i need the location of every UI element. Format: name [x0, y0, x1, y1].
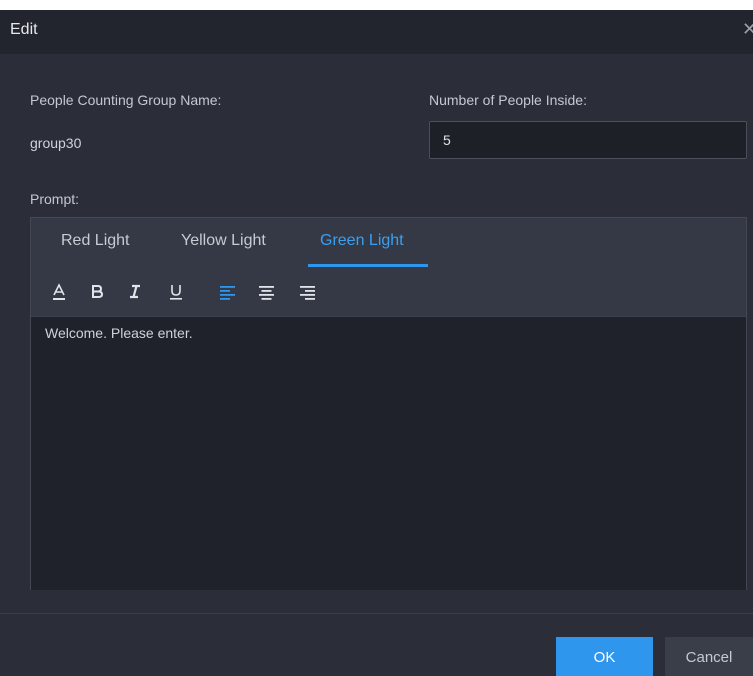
people-inside-input[interactable]: [429, 121, 747, 159]
italic-icon[interactable]: [129, 283, 141, 301]
group-name-value: group30: [30, 135, 82, 151]
prompt-label: Prompt:: [30, 191, 80, 207]
underline-icon[interactable]: [169, 283, 183, 301]
group-name-label: People Counting Group Name:: [30, 92, 222, 108]
bold-icon[interactable]: [91, 283, 103, 301]
cancel-button[interactable]: Cancel: [665, 637, 753, 676]
close-icon[interactable]: ✕: [742, 19, 753, 40]
active-tab-indicator: [308, 264, 428, 267]
edit-dialog: Edit ✕ People Counting Group Name: group…: [0, 10, 753, 676]
tab-green-light[interactable]: Green Light: [320, 232, 404, 250]
ok-button[interactable]: OK: [556, 637, 653, 676]
dialog-title: Edit: [10, 21, 38, 38]
format-toolbar: [31, 268, 746, 316]
align-center-icon[interactable]: [259, 283, 274, 301]
dialog-header: Edit ✕: [0, 10, 753, 54]
tab-red-light[interactable]: Red Light: [61, 232, 130, 250]
font-color-icon[interactable]: [52, 283, 66, 301]
people-inside-label: Number of People Inside:: [429, 92, 587, 108]
tab-yellow-light[interactable]: Yellow Light: [181, 232, 266, 250]
prompt-text: Welcome. Please enter.: [45, 325, 193, 341]
footer-divider: [0, 613, 753, 614]
prompt-text-area[interactable]: Welcome. Please enter.: [31, 316, 746, 590]
background-strip: [0, 0, 753, 10]
align-left-icon[interactable]: [220, 283, 235, 301]
prompt-editor-panel: Red Light Yellow Light Green Light Welco…: [30, 217, 747, 590]
light-tabs: Red Light Yellow Light Green Light: [31, 218, 746, 268]
align-right-icon[interactable]: [300, 283, 315, 301]
